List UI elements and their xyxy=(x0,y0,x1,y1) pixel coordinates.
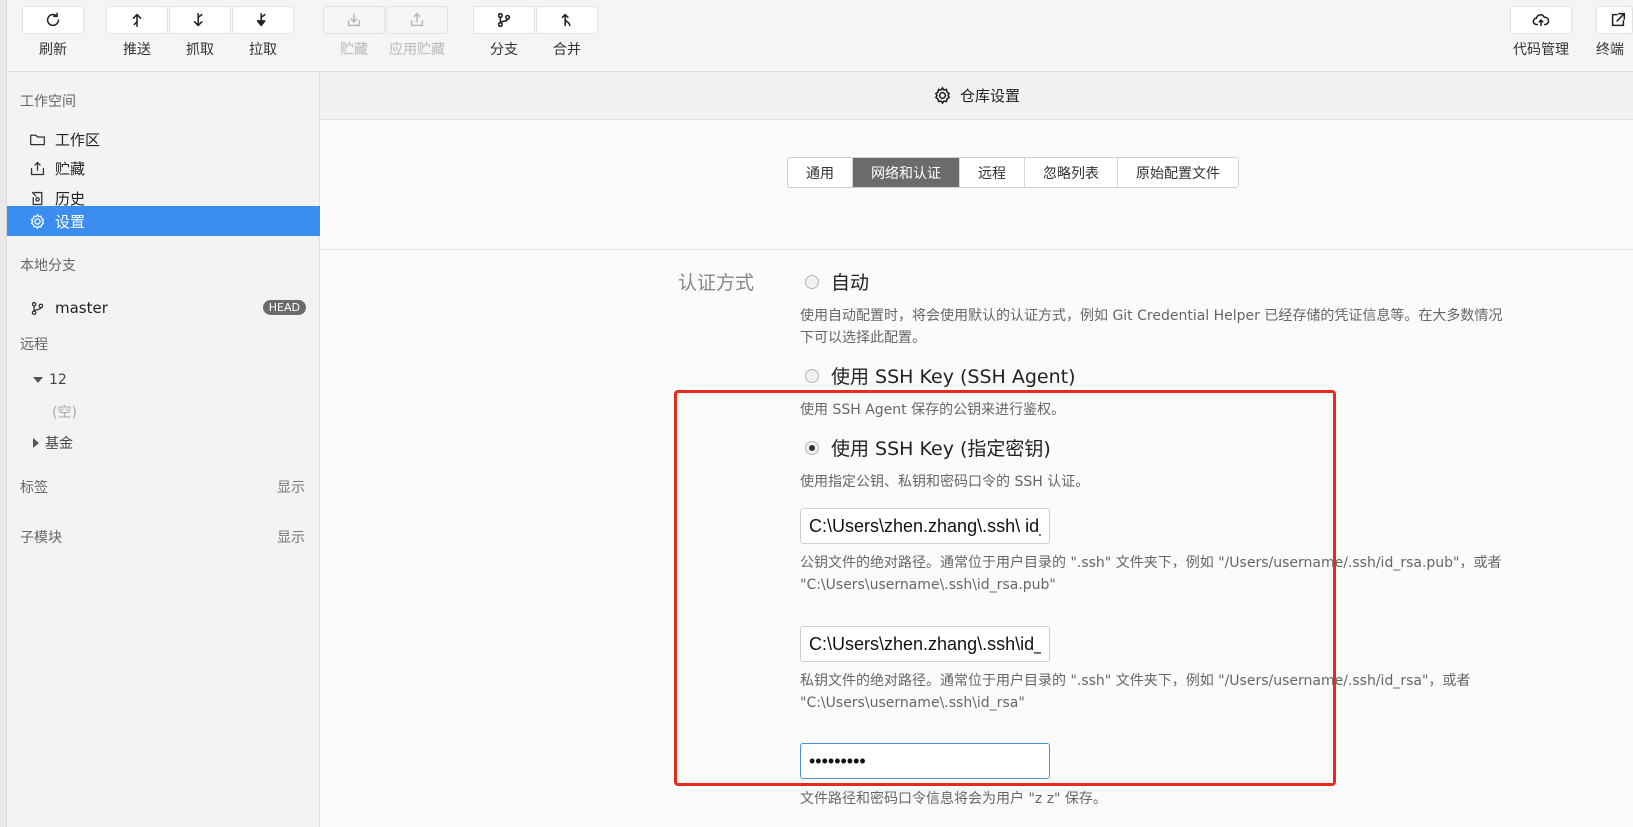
remote-item-fund[interactable]: 基金 xyxy=(33,433,73,453)
head-badge: HEAD xyxy=(262,300,306,315)
private-key-path-input[interactable] xyxy=(800,626,1050,662)
auth-option-label: 使用 SSH Key (指定密钥) xyxy=(831,438,1051,460)
tags-section-title: 标签 xyxy=(20,480,48,496)
branch-name: master xyxy=(55,299,108,317)
auth-option-auto[interactable]: 自动 xyxy=(805,268,869,295)
main-panel: 仓库设置 通用 网络和认证 远程 忽略列表 原始配置文件 认证方式 自动 使用自… xyxy=(320,72,1633,827)
private-key-desc-line2: "C:\Users\username\.ssh\id_rsa" xyxy=(800,695,1025,711)
passphrase-input[interactable] xyxy=(800,743,1050,779)
branch-button[interactable]: 分支 xyxy=(473,6,535,59)
save-note: 文件路径和密码口令信息将会为用户 "z z" 保存。 xyxy=(800,791,1107,807)
tags-show-toggle[interactable]: 显示 xyxy=(277,477,305,497)
workspace-section-title: 工作空间 xyxy=(20,94,76,110)
remote-item-12[interactable]: 12 xyxy=(33,372,67,388)
external-link-icon xyxy=(1611,12,1626,27)
apply-stash-button[interactable]: 应用贮藏 xyxy=(386,6,448,59)
auth-ssh-key-desc: 使用指定公钥、私钥和密码口令的 SSH 认证。 xyxy=(800,474,1090,490)
sidebar-item-stash[interactable]: 贮藏 xyxy=(7,153,320,183)
sidebar-item-label: 工作区 xyxy=(55,130,101,149)
merge-button[interactable]: 合并 xyxy=(536,6,598,59)
apply-stash-label: 应用贮藏 xyxy=(389,42,445,58)
push-button[interactable]: 推送 xyxy=(106,6,168,59)
settings-tabs: 通用 网络和认证 远程 忽略列表 原始配置文件 xyxy=(787,157,1239,188)
radio-ssh-key[interactable] xyxy=(805,440,819,455)
stash-label: 贮藏 xyxy=(340,42,368,58)
auth-option-label: 自动 xyxy=(831,272,870,294)
tab-network-auth[interactable]: 网络和认证 xyxy=(853,158,960,187)
terminal-button[interactable]: 终端 xyxy=(1596,6,1633,59)
window-left-edge xyxy=(0,0,7,827)
divider xyxy=(320,249,1633,250)
radio-auto[interactable] xyxy=(805,274,819,289)
cloud-upload-icon xyxy=(1532,14,1550,27)
branch-label: 分支 xyxy=(490,42,518,58)
fetch-button[interactable]: 抓取 xyxy=(169,6,231,59)
stash-box-icon xyxy=(30,161,44,175)
fetch-label: 抓取 xyxy=(186,42,214,58)
folder-icon xyxy=(29,134,45,145)
refresh-icon xyxy=(46,12,60,27)
refresh-button[interactable]: 刷新 xyxy=(22,6,84,59)
stash-icon xyxy=(347,12,361,27)
tab-raw-config[interactable]: 原始配置文件 xyxy=(1118,158,1238,187)
sidebar-item-settings[interactable]: 设置 xyxy=(7,206,320,236)
gear-icon xyxy=(30,213,44,229)
public-key-path-input[interactable] xyxy=(800,508,1050,544)
code-manage-label: 代码管理 xyxy=(1513,42,1569,58)
tab-general[interactable]: 通用 xyxy=(788,158,853,187)
main-header: 仓库设置 xyxy=(320,72,1633,120)
sidebar-item-label: 设置 xyxy=(55,212,86,231)
push-label: 推送 xyxy=(123,42,151,58)
code-manage-button[interactable]: 代码管理 xyxy=(1510,6,1572,59)
auth-option-label: 使用 SSH Key (SSH Agent) xyxy=(831,366,1076,388)
toolbar: 刷新 推送 抓取 拉取 贮藏 应用贮藏 分支 合并 代码管理 终端 xyxy=(0,0,1633,72)
pull-label: 拉取 xyxy=(249,42,277,58)
page-title: 仓库设置 xyxy=(959,87,1020,105)
push-icon xyxy=(132,13,142,28)
branch-item-master[interactable]: master HEAD xyxy=(7,293,320,323)
public-key-desc-line2: "C:\Users\username\.ssh\id_rsa.pub" xyxy=(800,577,1056,593)
auth-method-label: 认证方式 xyxy=(678,272,755,294)
branch-icon xyxy=(31,301,43,315)
remote-name: 基金 xyxy=(45,436,73,452)
apply-stash-icon xyxy=(410,12,424,27)
terminal-label: 终端 xyxy=(1596,42,1624,58)
local-branches-title: 本地分支 xyxy=(20,258,76,274)
auth-auto-desc-line1: 使用自动配置时，将会使用默认的认证方式，例如 Git Credential He… xyxy=(800,308,1503,324)
remote-empty: (空) xyxy=(52,405,77,421)
refresh-label: 刷新 xyxy=(39,42,67,58)
pull-icon xyxy=(256,12,266,27)
history-icon xyxy=(31,191,42,205)
submodules-section-title: 子模块 xyxy=(20,530,62,546)
sidebar-item-workspace[interactable]: 工作区 xyxy=(7,124,320,154)
merge-icon xyxy=(561,13,571,27)
submodules-show-toggle[interactable]: 显示 xyxy=(277,527,305,547)
auth-auto-desc-line2: 下可以选择此配置。 xyxy=(800,330,926,346)
radio-ssh-agent[interactable] xyxy=(805,368,819,383)
sidebar-item-label: 贮藏 xyxy=(55,159,86,178)
stash-button[interactable]: 贮藏 xyxy=(323,6,385,59)
chevron-right-icon xyxy=(33,438,39,448)
merge-label: 合并 xyxy=(553,42,581,58)
pull-button[interactable]: 拉取 xyxy=(232,6,294,59)
sidebar: 工作空间 工作区 贮藏 历史 设置 本地分支 master HEAD 远程 12… xyxy=(7,72,320,827)
branch-icon xyxy=(497,12,511,28)
auth-option-ssh-agent[interactable]: 使用 SSH Key (SSH Agent) xyxy=(805,362,1076,389)
auth-ssh-agent-desc: 使用 SSH Agent 保存的公钥来进行鉴权。 xyxy=(800,402,1066,418)
tab-remote[interactable]: 远程 xyxy=(960,158,1025,187)
public-key-desc-line1: 公钥文件的绝对路径。通常位于用户目录的 ".ssh" 文件夹下，例如 "/Use… xyxy=(800,555,1502,571)
remote-section-title: 远程 xyxy=(20,337,48,353)
gear-icon xyxy=(934,86,951,105)
tab-ignore-list[interactable]: 忽略列表 xyxy=(1025,158,1118,187)
remote-name: 12 xyxy=(49,372,67,388)
fetch-icon xyxy=(193,12,203,27)
auth-option-ssh-key[interactable]: 使用 SSH Key (指定密钥) xyxy=(805,434,1051,461)
private-key-desc-line1: 私钥文件的绝对路径。通常位于用户目录的 ".ssh" 文件夹下，例如 "/Use… xyxy=(800,673,1471,689)
chevron-down-icon xyxy=(33,377,43,383)
